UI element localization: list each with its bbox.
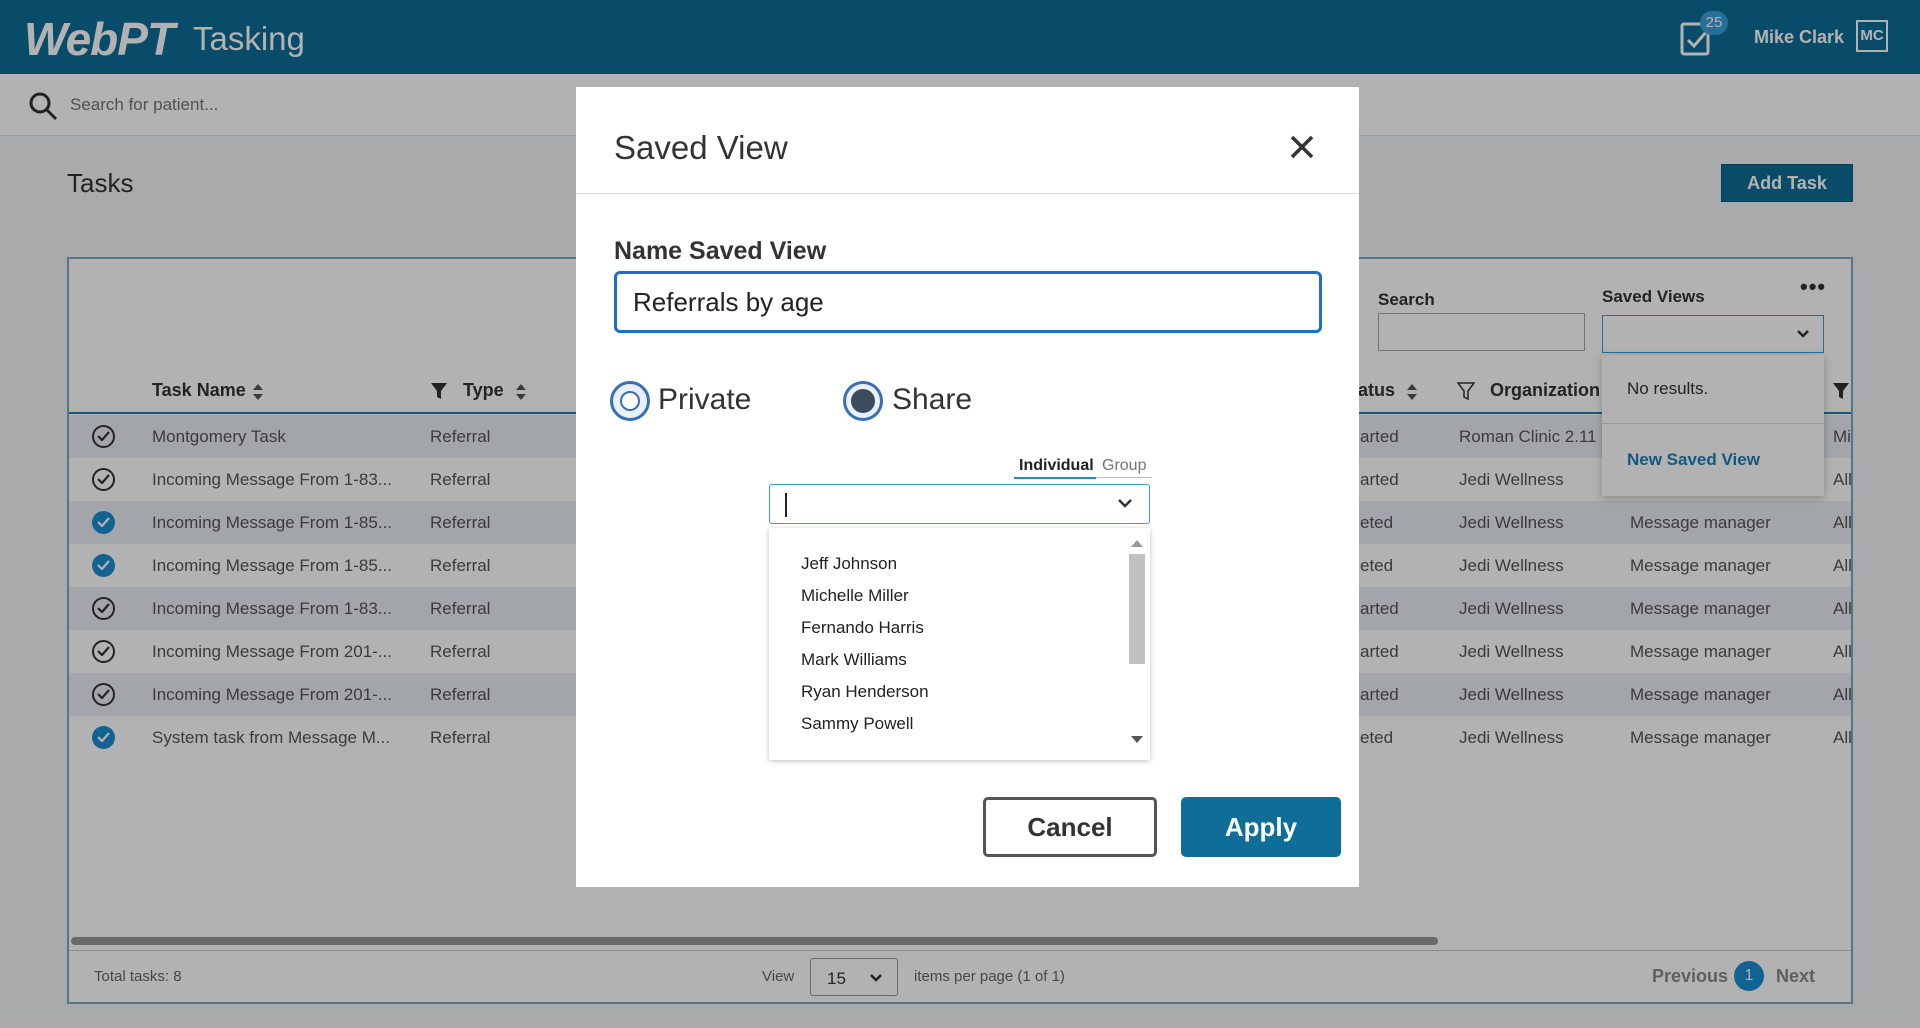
text-caret (785, 493, 787, 517)
scroll-up-arrow-icon[interactable] (1131, 540, 1143, 547)
person-option[interactable]: Ryan Henderson (801, 682, 929, 702)
name-saved-view-label: Name Saved View (614, 237, 827, 265)
vertical-scroll-thumb[interactable] (1129, 554, 1145, 664)
tab-group[interactable]: Group (1102, 457, 1146, 475)
saved-view-modal: Saved View Name Saved View Private Share… (576, 87, 1359, 887)
active-tab-indicator (1014, 477, 1096, 479)
chevron-down-icon[interactable] (1116, 497, 1134, 511)
share-radio-label[interactable]: Share (892, 383, 972, 417)
radio-indicator (620, 391, 640, 411)
modal-header-divider (576, 193, 1359, 194)
person-option[interactable]: Jeff Johnson (801, 554, 897, 574)
saved-view-name-input[interactable] (614, 271, 1322, 333)
tab-divider (1096, 477, 1152, 478)
tab-individual[interactable]: Individual (1019, 457, 1094, 475)
private-radio[interactable] (610, 381, 650, 421)
cancel-button[interactable]: Cancel (983, 797, 1157, 857)
person-option[interactable]: Fernando Harris (801, 618, 924, 638)
people-listbox: Jeff Johnson Michelle Miller Fernando Harr… (769, 528, 1150, 760)
person-option[interactable]: Michelle Miller (801, 586, 909, 606)
private-radio-label[interactable]: Private (658, 383, 751, 417)
person-option[interactable]: Sammy Powell (801, 714, 913, 734)
share-radio[interactable] (843, 381, 883, 421)
close-icon[interactable] (1286, 131, 1318, 163)
scroll-down-arrow-icon[interactable] (1131, 736, 1143, 743)
person-option[interactable]: Mark Williams (801, 650, 907, 670)
apply-button[interactable]: Apply (1181, 797, 1341, 857)
modal-title: Saved View (614, 129, 788, 166)
radio-indicator (851, 389, 875, 413)
share-with-combobox[interactable] (769, 484, 1150, 524)
